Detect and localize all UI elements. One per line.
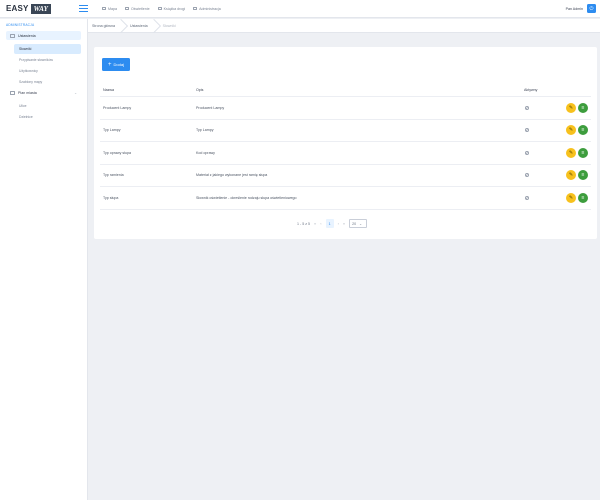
sidebar-item-slowniki[interactable]: Słowniki — [14, 44, 81, 54]
user-area: Pan Admin ⏻ — [566, 4, 596, 13]
cell-name: Typ ramienia — [103, 173, 124, 178]
sidebar-group-plan-miasta[interactable]: Plan miasta ⌄ — [6, 88, 81, 97]
next-page-button[interactable]: › — [338, 221, 339, 226]
column-header-nazwa[interactable]: Nazwa — [100, 88, 196, 92]
dictionaries-card: + Dodaj Nazwa Opis Aktywny Producent Lam… — [94, 47, 597, 239]
nav-item-oswietlenie[interactable]: Oświetlenie — [125, 7, 150, 11]
nav-label: Książka drogi — [163, 6, 186, 11]
table-row[interactable]: Producent Lampy Producent Lampy ✓ ✎ ≡ — [100, 97, 591, 120]
menu-toggle-icon[interactable] — [79, 5, 88, 12]
nav-label: Administracja — [199, 6, 221, 11]
pagination-range: 1 - 5 z 5 — [297, 221, 310, 226]
page-size-select[interactable]: 20 ⌄ — [349, 219, 368, 228]
nav-item-mapa[interactable]: Mapa — [102, 7, 117, 11]
list-button[interactable]: ≡ — [578, 170, 588, 181]
last-page-button[interactable]: » — [343, 221, 345, 226]
first-page-button[interactable]: « — [314, 221, 316, 226]
sidebar-item-ulice[interactable]: Ulice — [14, 101, 81, 111]
nav-item-administracja[interactable]: Administracja — [193, 7, 221, 11]
top-bar: EASY WAY Mapa Oświetlenie Książka drogi … — [0, 0, 600, 18]
chevron-down-icon: ⌄ — [74, 90, 77, 95]
cell-description: Kod oprawy — [196, 150, 215, 155]
logo[interactable]: EASY WAY — [6, 2, 54, 16]
cell-name: Producent Lampy — [103, 105, 132, 110]
logo-way-text: WAY — [30, 3, 51, 14]
list-button[interactable]: ≡ — [578, 192, 588, 203]
sidebar-group-ustawienia[interactable]: Ustawienia — [6, 31, 81, 40]
nav-label: Mapa — [108, 6, 117, 11]
table-row[interactable]: Typ Lampy Typ Lampy ✓ ✎ ≡ — [100, 120, 591, 142]
edit-button[interactable]: ✎ — [566, 192, 576, 203]
chevron-down-icon: ⌄ — [359, 221, 363, 226]
cell-name: Typ oprawy słupa — [103, 150, 131, 155]
cell-description: Typ Lampy — [196, 128, 214, 133]
sidebar: ADMINISTRACJA Ustawienia Słowniki Przypi… — [0, 19, 88, 500]
table-row[interactable]: Typ ramienia Materiał z jakiego wykonane… — [100, 165, 591, 187]
breadcrumb-item-current: Słowniki — [162, 23, 176, 28]
sidebar-item-uzytkownicy[interactable]: Użytkownicy — [14, 66, 81, 76]
table-row[interactable]: Typ oprawy słupa Kod oprawy ✓ ✎ ≡ — [100, 142, 591, 165]
active-check-icon: ✓ — [525, 150, 529, 155]
active-check-icon: ✓ — [525, 195, 529, 200]
cell-name: Typ słupa — [103, 195, 119, 200]
book-icon — [157, 7, 162, 10]
list-button[interactable]: ≡ — [578, 147, 588, 158]
edit-button[interactable]: ✎ — [566, 170, 576, 181]
list-button[interactable]: ≡ — [578, 125, 588, 136]
plus-icon: + — [108, 61, 112, 68]
cell-description: Słownik oświetlenie - określenie rodzaju… — [196, 195, 297, 200]
breadcrumb: Strona główna Ustawienia Słowniki — [88, 19, 600, 33]
sidebar-item-szablony-mapy[interactable]: Szablony mapy — [14, 77, 81, 87]
edit-button[interactable]: ✎ — [566, 125, 576, 136]
sidebar-group-label: Ustawienia — [18, 33, 36, 38]
edit-button[interactable]: ✎ — [566, 102, 576, 113]
cell-description: Producent Lampy — [196, 105, 225, 110]
edit-button[interactable]: ✎ — [566, 147, 576, 158]
active-check-icon: ✓ — [525, 173, 529, 178]
sidebar-section-title: ADMINISTRACJA — [6, 23, 35, 27]
cell-description: Materiał z jakiego wykonane jest ramię s… — [196, 173, 268, 178]
lamp-icon — [125, 7, 129, 10]
nav-label: Oświetlenie — [131, 6, 150, 11]
map-icon — [102, 7, 106, 10]
prev-page-button[interactable]: ‹ — [320, 221, 321, 226]
active-check-icon: ✓ — [525, 105, 529, 110]
add-button-label: Dodaj — [113, 62, 124, 67]
sidebar-group-label: Plan miasta — [18, 90, 37, 95]
active-check-icon: ✓ — [525, 128, 529, 133]
table-header: Nazwa Opis Aktywny — [100, 83, 591, 97]
logo-easy-text: EASY — [6, 4, 29, 13]
sidebar-item-dzielnice[interactable]: Dzielnice — [14, 112, 81, 122]
sidebar-item-przypisanie-slownikow[interactable]: Przypisanie słowników — [14, 55, 81, 65]
folder-icon — [10, 33, 15, 38]
cell-name: Typ Lampy — [103, 128, 121, 133]
pagination: 1 - 5 z 5 « ‹ 1 › » 20 ⌄ — [297, 219, 368, 228]
folder-icon — [10, 90, 15, 95]
user-name[interactable]: Pan Admin — [566, 7, 583, 11]
admin-icon — [193, 7, 198, 10]
table-row[interactable]: Typ słupa Słownik oświetlenie - określen… — [100, 187, 591, 210]
page-1-button[interactable]: 1 — [325, 219, 334, 228]
column-header-opis[interactable]: Opis — [196, 88, 524, 92]
logout-button[interactable]: ⏻ — [587, 4, 596, 13]
column-header-aktywny[interactable]: Aktywny — [524, 88, 556, 92]
top-nav: Mapa Oświetlenie Książka drogi Administr… — [102, 7, 221, 11]
list-button[interactable]: ≡ — [578, 102, 588, 113]
page-size-value: 20 — [352, 221, 357, 226]
dictionaries-table: Nazwa Opis Aktywny Producent Lampy Produ… — [100, 83, 591, 210]
nav-item-ksiazka-drogi[interactable]: Książka drogi — [157, 6, 186, 11]
add-button[interactable]: + Dodaj — [102, 58, 130, 71]
